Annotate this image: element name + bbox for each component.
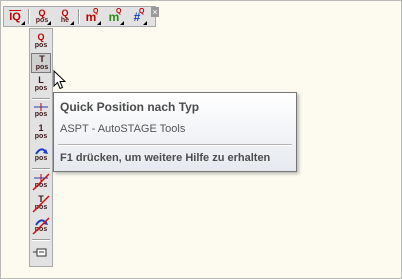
q-overline-icon: IQ	[8, 10, 22, 24]
dropdown-triangle-icon	[120, 21, 124, 25]
toolbar-separator	[78, 9, 80, 24]
m-q-green-sup: Q	[116, 8, 122, 15]
dropdown-triangle-icon	[47, 21, 51, 25]
hash-q-sup: Q	[139, 8, 145, 15]
q-pos-button[interactable]: Q pos	[32, 8, 52, 26]
dropdown-triangle-icon	[21, 21, 25, 25]
label-tag-button[interactable]	[31, 243, 51, 263]
strike-icon	[32, 195, 50, 213]
q-overline-button[interactable]: IQ	[6, 8, 26, 26]
t-pos-sub: pos	[35, 64, 49, 71]
l-pos-button[interactable]: L pos	[31, 75, 51, 95]
mouse-cursor-icon	[53, 70, 66, 90]
m-q-button[interactable]: m Q	[82, 8, 102, 26]
crosshair-pos-button[interactable]: pos	[31, 101, 51, 121]
one-pos-button[interactable]: 1 pos	[31, 123, 51, 143]
remove-t-pos-button[interactable]: T pos	[31, 194, 51, 214]
strike-icon	[32, 217, 50, 235]
toolbar-separator	[32, 168, 50, 170]
tooltip-divider	[58, 144, 292, 146]
m-q-sup: Q	[93, 8, 99, 15]
horizontal-toolbar: IQ Q pos Q he m Q m Q # Q ×	[3, 6, 159, 27]
toolbar-separator	[32, 98, 50, 100]
toolbar-separator	[28, 9, 30, 24]
arrow-pos-button[interactable]: pos	[31, 145, 51, 165]
t-pos-button[interactable]: T pos	[31, 53, 51, 73]
m-q-green-button[interactable]: m Q	[105, 8, 125, 26]
dropdown-triangle-icon	[70, 21, 74, 25]
hash-q-button[interactable]: # Q	[128, 8, 148, 26]
tooltip-description: ASPT - AutoSTAGE Tools	[60, 123, 186, 135]
vertical-toolbar: Q pos T pos L pos pos 1 pos pos pos T po…	[29, 28, 53, 267]
tooltip-help-text: F1 drücken, um weitere Hilfe zu erhalten	[60, 152, 271, 164]
t-pos-top: T	[39, 54, 45, 64]
q-he-button[interactable]: Q he	[55, 8, 75, 26]
q-pos-top: Q	[37, 32, 45, 42]
crosshair-pos-sub: pos	[34, 111, 48, 118]
remove-crosshair-pos-button[interactable]: pos	[31, 172, 51, 192]
one-pos-sub: pos	[34, 133, 48, 140]
close-icon[interactable]: ×	[151, 7, 159, 17]
remove-arrow-pos-button[interactable]: pos	[31, 216, 51, 236]
l-pos-top: L	[38, 75, 44, 85]
dropdown-triangle-icon	[143, 21, 147, 25]
workspace: IQ Q pos Q he m Q m Q # Q × Q pos T pos …	[0, 0, 402, 279]
dropdown-triangle-icon	[97, 21, 101, 25]
l-pos-sub: pos	[34, 85, 48, 92]
q-pos-sub: pos	[34, 42, 48, 49]
q-overline-label: IQ	[9, 11, 21, 23]
arrow-pos-sub: pos	[34, 155, 48, 162]
one-pos-top: 1	[38, 123, 44, 133]
tooltip-title: Quick Position nach Typ	[60, 100, 200, 114]
tag-icon	[33, 248, 47, 257]
tooltip: Quick Position nach Typ ASPT - AutoSTAGE…	[53, 92, 297, 172]
toolbar-separator	[32, 239, 50, 241]
q-pos-vertical-button[interactable]: Q pos	[31, 32, 51, 52]
strike-icon	[32, 173, 50, 191]
